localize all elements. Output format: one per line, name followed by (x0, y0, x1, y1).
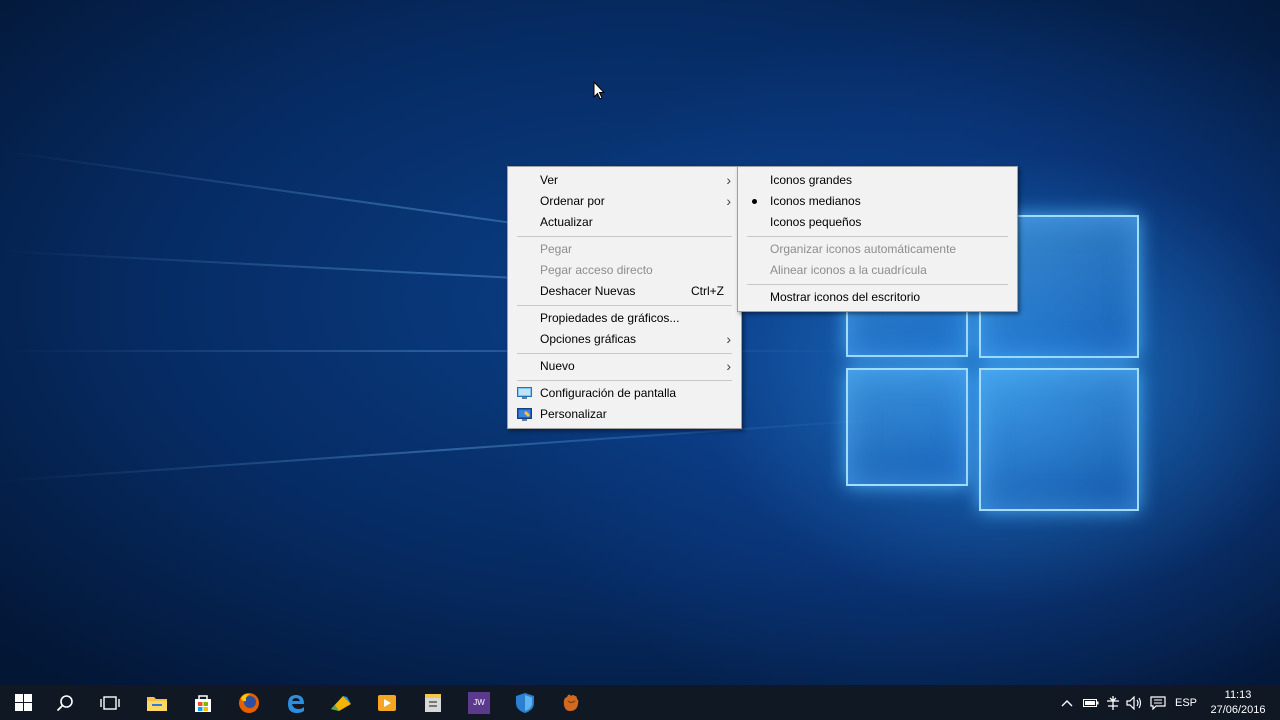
menu-item-label: Ordenar por (540, 194, 605, 208)
firefox-icon (239, 692, 259, 713)
taskbar-store[interactable] (180, 685, 226, 720)
taskbar-shield-app[interactable] (502, 685, 548, 720)
media-player-icon (378, 694, 396, 711)
taskbar: JW ESP 11:13 27/06/2016 (0, 685, 1280, 720)
taskbar-archive-app[interactable] (410, 685, 456, 720)
battery-button[interactable] (1080, 685, 1102, 720)
action-center-button[interactable] (1147, 685, 1169, 720)
menu-item-label: Personalizar (540, 407, 607, 421)
menu-item-label: Iconos grandes (770, 173, 853, 187)
menu-item-nuevo[interactable]: Nuevo › (508, 356, 741, 377)
submenu-item-organizar-iconos: Organizar iconos automáticamente (738, 239, 1017, 260)
personalize-icon (517, 408, 532, 421)
logo-pane-bottom-right (979, 368, 1139, 511)
taskbar-media-player[interactable] (364, 685, 410, 720)
chevron-right-icon: › (726, 358, 731, 374)
clock-date: 27/06/2016 (1210, 704, 1266, 716)
submenu-item-mostrar-iconos[interactable]: Mostrar iconos del escritorio (738, 287, 1017, 308)
menu-separator (517, 380, 732, 381)
desktop-context-menu: Ver › Ordenar por › Actualizar Pegar Peg… (507, 166, 742, 429)
volume-button[interactable] (1124, 685, 1146, 720)
battery-icon (1083, 698, 1099, 707)
taskbar-glove-app[interactable] (548, 685, 594, 720)
menu-item-label: Pegar acceso directo (540, 263, 653, 277)
menu-item-label: Propiedades de gráficos... (540, 311, 680, 325)
menu-separator (517, 305, 732, 306)
archive-icon (425, 693, 441, 712)
search-button[interactable] (42, 685, 88, 720)
chevron-right-icon: › (726, 193, 731, 209)
baseball-glove-icon (563, 694, 579, 711)
menu-separator (517, 353, 732, 354)
notifications-icon (1150, 695, 1166, 710)
taskbar-drawing-app[interactable] (318, 685, 364, 720)
menu-item-label: Iconos medianos (770, 194, 861, 208)
show-hidden-icons-button[interactable] (1058, 685, 1076, 720)
language-indicator[interactable]: ESP (1172, 685, 1200, 720)
menu-item-configuracion-pantalla[interactable]: Configuración de pantalla (508, 383, 741, 404)
menu-item-label: Alinear iconos a la cuadrícula (770, 263, 927, 277)
jw-app-icon: JW (468, 691, 490, 714)
network-icon (1107, 695, 1119, 710)
selected-bullet-icon (752, 199, 757, 204)
menu-item-pegar: Pegar (508, 239, 741, 260)
menu-item-label: Iconos pequeños (770, 215, 862, 229)
chevron-up-icon (1061, 699, 1073, 706)
taskbar-jw-app[interactable]: JW (456, 685, 502, 720)
menu-item-label: Opciones gráficas (540, 332, 637, 346)
submenu-item-iconos-pequenos[interactable]: Iconos pequeños (738, 212, 1017, 233)
menu-separator (747, 284, 1008, 285)
taskbar-edge[interactable] (272, 685, 318, 720)
drawing-app-icon (331, 695, 351, 711)
taskbar-file-explorer[interactable] (134, 685, 180, 720)
menu-item-label: Organizar iconos automáticamente (770, 242, 957, 256)
mouse-pointer-icon (593, 81, 605, 100)
menu-item-actualizar[interactable]: Actualizar (508, 212, 741, 233)
light-beam (0, 417, 898, 482)
submenu-item-iconos-medianos[interactable]: Iconos medianos (738, 191, 1017, 212)
chevron-right-icon: › (726, 331, 731, 347)
menu-item-pegar-acceso-directo: Pegar acceso directo (508, 260, 741, 281)
menu-item-label: Nuevo (540, 359, 575, 373)
view-submenu: Iconos grandes Iconos medianos Iconos pe… (737, 166, 1018, 312)
menu-separator (747, 236, 1008, 237)
taskbar-firefox[interactable] (226, 685, 272, 720)
menu-item-label: Configuración de pantalla (540, 386, 677, 400)
menu-item-personalizar[interactable]: Personalizar (508, 404, 741, 425)
clock[interactable]: 11:13 27/06/2016 (1206, 688, 1270, 718)
edge-icon (288, 694, 304, 713)
menu-item-propiedades-graficos[interactable]: Propiedades de gráficos... (508, 308, 741, 329)
display-settings-icon (517, 387, 532, 399)
menu-item-label: Pegar (540, 242, 573, 256)
menu-item-label: Mostrar iconos del escritorio (770, 290, 921, 304)
task-view-icon (100, 695, 120, 710)
menu-item-label: Ver (540, 173, 559, 187)
windows-start-icon (14, 694, 32, 711)
task-view-button[interactable] (87, 685, 133, 720)
clock-time: 11:13 (1224, 689, 1252, 701)
submenu-item-iconos-grandes[interactable]: Iconos grandes (738, 170, 1017, 191)
menu-separator (517, 236, 732, 237)
shield-app-icon (516, 692, 534, 713)
start-button[interactable] (0, 685, 46, 720)
menu-item-opciones-graficas[interactable]: Opciones gráficas › (508, 329, 741, 350)
menu-item-shortcut: Ctrl+Z (691, 284, 724, 298)
logo-pane-bottom-left (846, 368, 968, 486)
menu-item-label: Actualizar (540, 215, 593, 229)
store-icon (195, 694, 211, 712)
menu-item-label: Deshacer Nuevas (540, 284, 636, 298)
chevron-right-icon: › (726, 172, 731, 188)
speaker-icon (1126, 695, 1142, 710)
search-icon (56, 694, 73, 711)
menu-item-deshacer-nuevas[interactable]: Deshacer Nuevas Ctrl+Z (508, 281, 741, 302)
network-button[interactable] (1102, 685, 1124, 720)
menu-item-ver[interactable]: Ver › (508, 170, 741, 191)
file-explorer-icon (147, 696, 167, 711)
menu-item-ordenar-por[interactable]: Ordenar por › (508, 191, 741, 212)
submenu-item-alinear-iconos: Alinear iconos a la cuadrícula (738, 260, 1017, 281)
